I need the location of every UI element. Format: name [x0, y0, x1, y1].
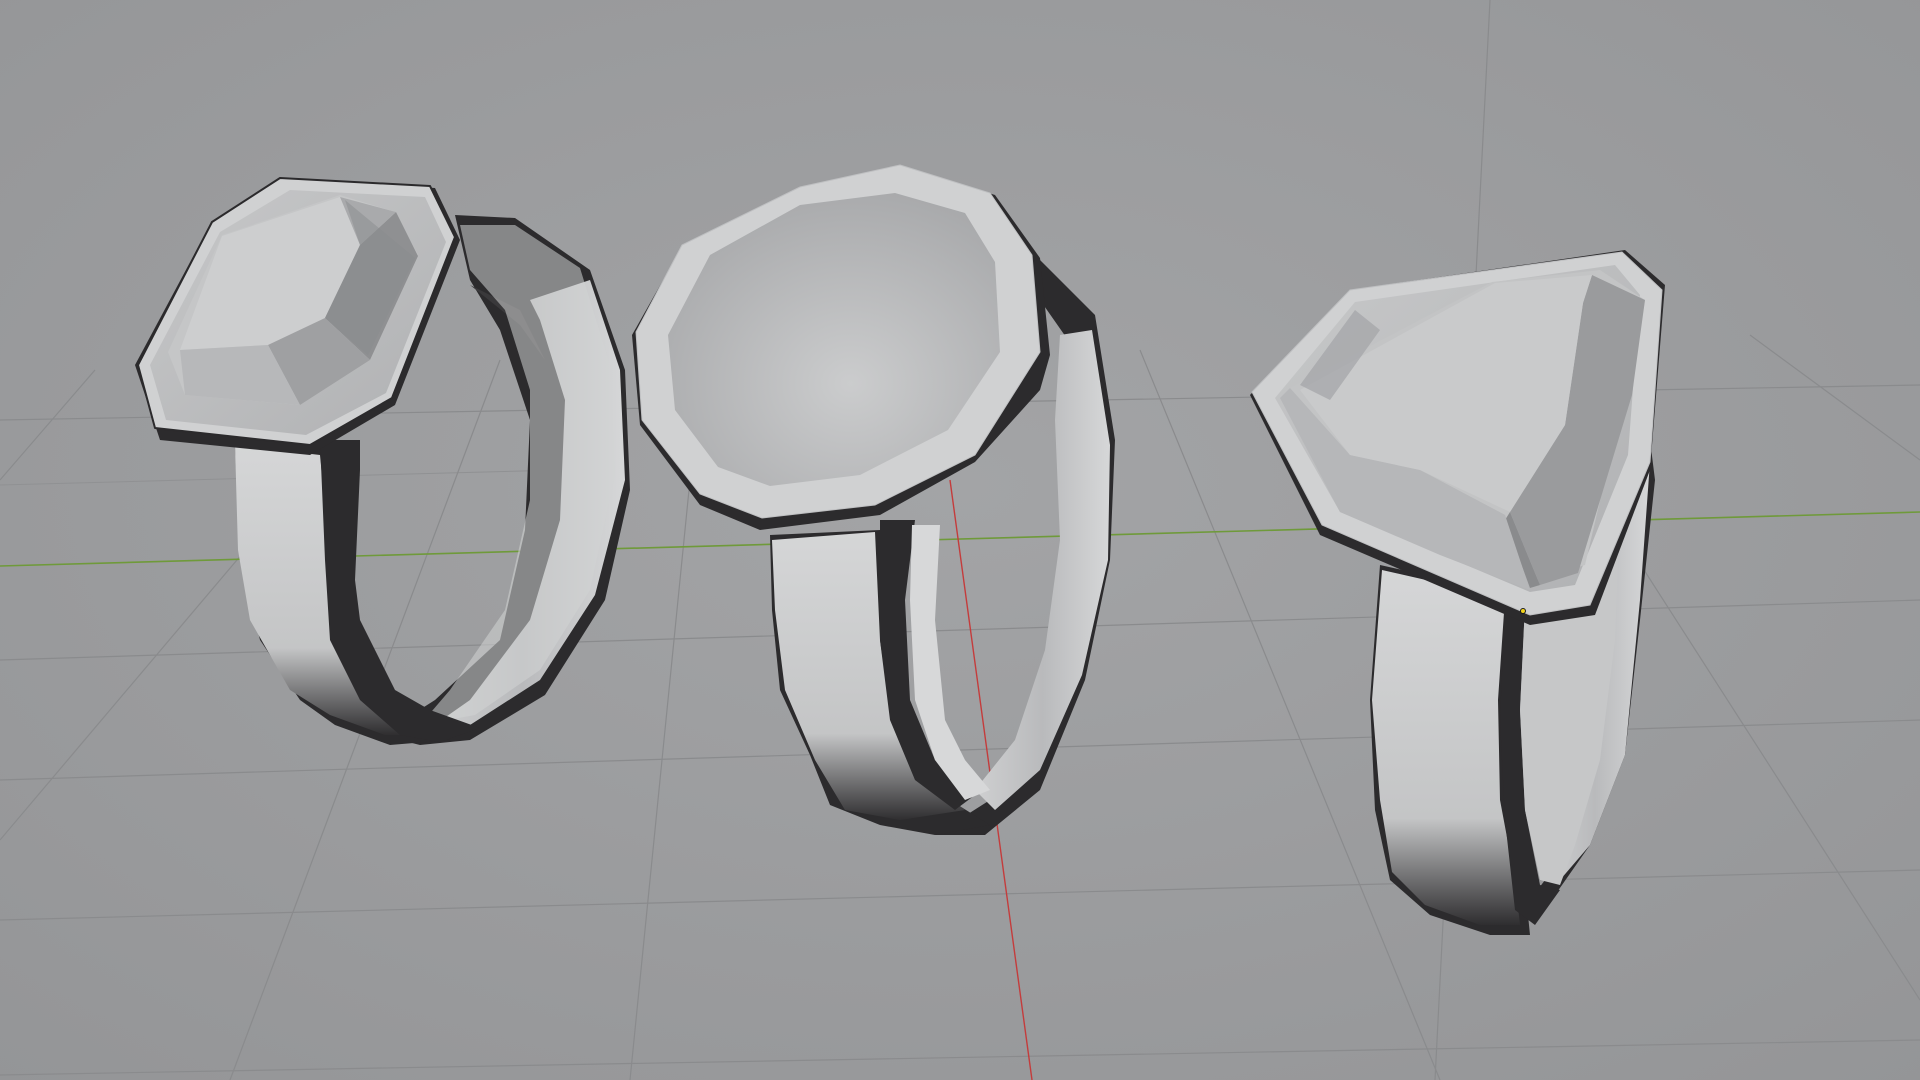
3d-viewport[interactable]	[0, 0, 1920, 1080]
selected-vertex-marker[interactable]	[1520, 608, 1526, 614]
viewport-canvas[interactable]	[0, 0, 1920, 1080]
